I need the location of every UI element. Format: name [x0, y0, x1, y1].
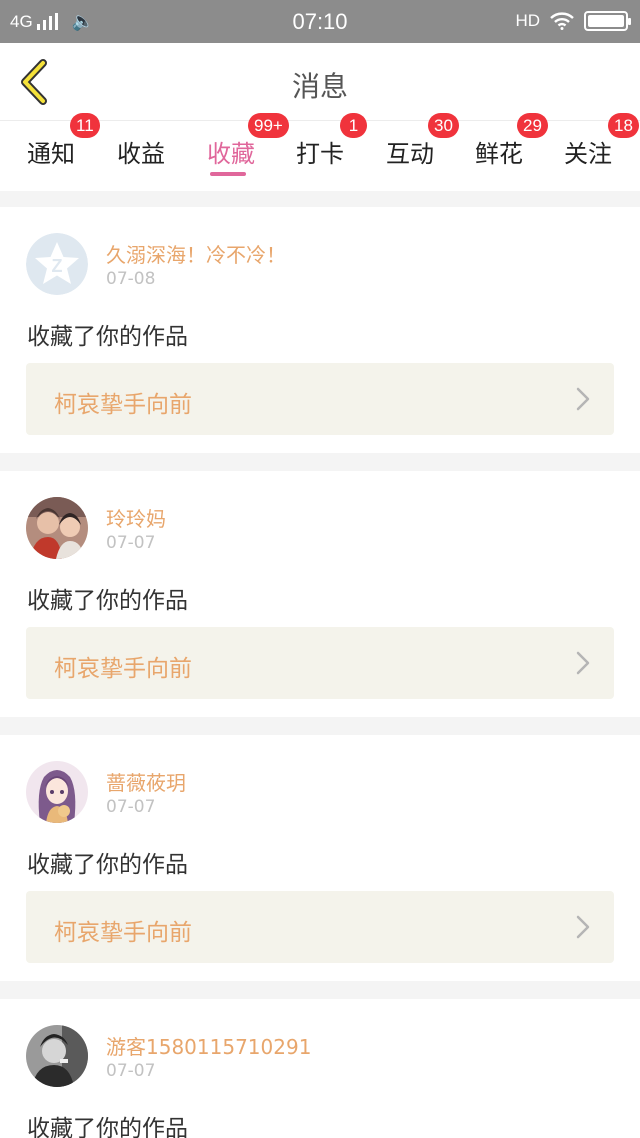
tab-flowers[interactable]: 鲜花 29	[464, 113, 548, 191]
action-text: 收藏了你的作品	[27, 588, 188, 614]
tab-follows[interactable]: 关注 18	[553, 113, 639, 191]
tab-interactions[interactable]: 互动 30	[375, 113, 459, 191]
photo-avatar	[26, 497, 88, 559]
count-badge: 99+	[248, 113, 289, 138]
user-name[interactable]: 玲玲妈	[106, 503, 166, 532]
message-date: 07-08	[106, 269, 156, 289]
action-text: 收藏了你的作品	[27, 852, 188, 878]
avatar[interactable]: Z	[26, 233, 88, 295]
count-badge: 1	[340, 113, 367, 138]
message-card: Z 久溺深海！冷不冷！ 07-08 收藏了你的作品 柯哀挚手向前	[0, 207, 640, 453]
message-card: 玲玲妈 07-07 收藏了你的作品 柯哀挚手向前	[0, 471, 640, 717]
work-title: 柯哀挚手向前	[54, 920, 192, 946]
message-date: 07-07	[106, 1061, 156, 1081]
work-title: 柯哀挚手向前	[54, 392, 192, 418]
user-name[interactable]: 久溺深海！冷不冷！	[106, 239, 286, 268]
work-link[interactable]: 柯哀挚手向前	[26, 627, 614, 699]
count-badge: 30	[428, 113, 459, 138]
avatar[interactable]	[26, 761, 88, 823]
tab-label: 关注	[564, 140, 612, 168]
work-title: 柯哀挚手向前	[54, 656, 192, 682]
tab-bar: 通知 11 收益 收藏 99+ 打卡 1 互动 30 鲜花 29 关注 18	[0, 113, 640, 191]
status-bar: 4G 🔈 07:10 HD	[0, 0, 640, 43]
avatar[interactable]	[26, 1025, 88, 1087]
qzone-star-icon: Z	[26, 233, 88, 295]
work-link[interactable]: 柯哀挚手向前	[26, 891, 614, 963]
battery-icon	[584, 11, 631, 31]
tab-label: 收藏	[207, 140, 255, 168]
tab-label: 通知	[27, 140, 75, 168]
message-date: 07-07	[106, 533, 156, 553]
count-badge: 18	[608, 113, 639, 138]
work-link[interactable]: 柯哀挚手向前	[26, 363, 614, 435]
active-tab-indicator	[210, 172, 246, 176]
chevron-right-icon	[576, 387, 590, 411]
wifi-icon	[550, 12, 574, 30]
count-badge: 29	[517, 113, 548, 138]
status-right: HD	[515, 11, 631, 31]
svg-text:Z: Z	[52, 256, 63, 276]
count-badge: 11	[70, 113, 100, 138]
avatar[interactable]	[26, 497, 88, 559]
tab-earnings[interactable]: 收益	[106, 121, 176, 191]
anime-girl-avatar	[26, 761, 88, 823]
header: 消息	[0, 43, 640, 121]
tab-label: 互动	[386, 140, 434, 168]
user-name[interactable]: 游客1580115710291	[106, 1031, 311, 1060]
message-card: 蔷薇莜玥 07-07 收藏了你的作品 柯哀挚手向前	[0, 735, 640, 981]
tab-label: 收益	[117, 140, 165, 168]
tab-label: 打卡	[296, 140, 344, 168]
user-name[interactable]: 蔷薇莜玥	[106, 767, 186, 796]
action-text: 收藏了你的作品	[27, 1116, 188, 1138]
hd-indicator: HD	[515, 11, 540, 30]
photo-avatar	[26, 1025, 88, 1087]
tab-favorites[interactable]: 收藏 99+	[196, 113, 289, 191]
tab-checkin[interactable]: 打卡 1	[285, 113, 367, 191]
tab-label: 鲜花	[475, 140, 523, 168]
tab-notifications[interactable]: 通知 11	[16, 113, 100, 191]
message-card: 游客1580115710291 07-07 收藏了你的作品	[0, 999, 640, 1138]
page-title: 消息	[291, 70, 348, 103]
chevron-right-icon	[576, 651, 590, 675]
message-date: 07-07	[106, 797, 156, 817]
chevron-right-icon	[576, 915, 590, 939]
action-text: 收藏了你的作品	[27, 324, 188, 350]
